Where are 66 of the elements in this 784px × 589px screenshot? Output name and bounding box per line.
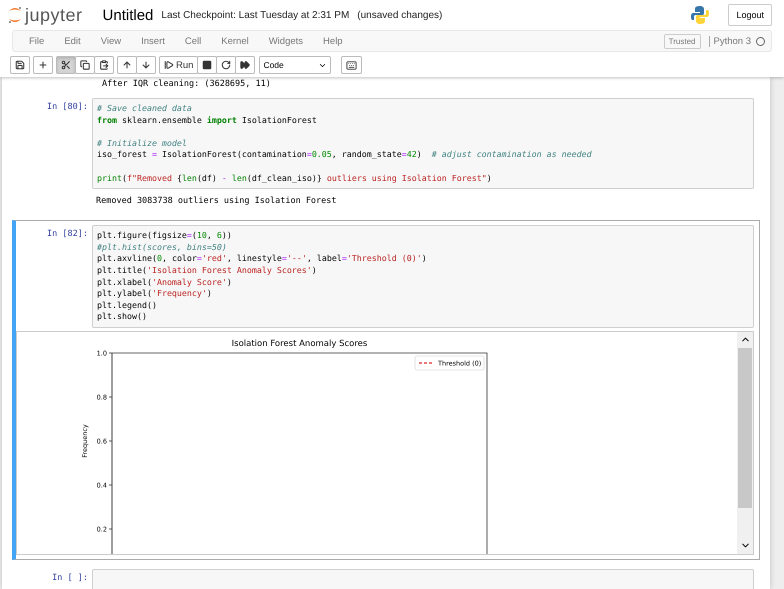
- output-text: After IQR cleaning: (3628695, 11): [102, 79, 272, 89]
- code-line: # Save cleaned data: [97, 103, 193, 115]
- menu-item[interactable]: Cell: [174, 36, 212, 46]
- scissors-icon: [61, 60, 71, 70]
- code-line: from sklearn.ensemble import IsolationForest: [97, 114, 318, 126]
- menu-item[interactable]: Insert: [131, 36, 175, 46]
- menu-item[interactable]: Help: [313, 36, 353, 46]
- jupyter-logo-icon: [8, 6, 22, 24]
- menu-item[interactable]: Kernel: [211, 36, 259, 46]
- copy-icon: [80, 60, 90, 70]
- code-line: plt.title('Isolation Forest Anomaly Scores'): [97, 264, 318, 277]
- keyboard-button[interactable]: [341, 56, 362, 74]
- logout-button[interactable]: Logout: [728, 4, 772, 26]
- code-line: print(f"Removed {len(df) - len(df_clean_iso)} outliers using Isolation Forest"): [97, 172, 493, 184]
- checkpoint-text: Last Checkpoint: Last Tuesday at 2:31 PM: [161, 10, 350, 20]
- input-prompt: In [82]:: [46, 228, 89, 242]
- code-line: plt.show(): [97, 311, 148, 323]
- paste-button[interactable]: [94, 56, 114, 74]
- code-line: plt.figure(figsize=(10, 6)): [97, 230, 233, 242]
- fast-forward-icon: [240, 60, 250, 70]
- notebook-cell[interactable]: In [ ]:: [12, 564, 760, 589]
- up-button[interactable]: [117, 56, 137, 74]
- menu-item[interactable]: View: [90, 36, 132, 46]
- copy-button[interactable]: [75, 56, 95, 74]
- code-line: iso_forest = IsolationForest(contamination=0.05, random_state=42) # adjust contamination as needed: [97, 149, 593, 161]
- code-line: # Initialize model: [97, 138, 188, 150]
- runall-button[interactable]: [235, 56, 256, 74]
- run-button[interactable]: Run: [159, 56, 198, 74]
- keyboard-icon: [346, 60, 358, 70]
- trusted-indicator[interactable]: Trusted: [664, 34, 700, 48]
- code-editor[interactable]: [92, 225, 754, 328]
- add-button[interactable]: [33, 56, 53, 74]
- code-line: plt.axvline(0, color='red', linestyle='--', label='Threshold (0)'): [97, 253, 428, 265]
- stop-icon: [202, 60, 212, 70]
- code-editor[interactable]: [92, 98, 754, 190]
- plus-icon: [38, 60, 48, 70]
- restart-icon: [221, 60, 232, 70]
- code-line: plt.xlabel('Anomaly Score'): [97, 276, 233, 288]
- code-line: #plt.hist(scores, bins=50): [97, 242, 228, 254]
- code-line: plt.ylabel('Frequency'): [97, 288, 213, 300]
- notebook-title[interactable]: Untitled: [102, 6, 154, 24]
- output-text: Removed 3083738 outliers using Isolation Forest: [95, 195, 338, 208]
- input-prompt: In [80]:: [46, 101, 89, 114]
- menu-item[interactable]: File: [19, 36, 54, 46]
- stop-button[interactable]: [197, 56, 218, 74]
- menu-item[interactable]: Edit: [54, 36, 91, 46]
- kernel-name: Python 3: [708, 36, 751, 46]
- restart-button[interactable]: [216, 56, 236, 74]
- down-button[interactable]: [136, 56, 156, 74]
- up-arrow-icon: [122, 60, 132, 70]
- cut-button[interactable]: [56, 56, 76, 74]
- python-logo-icon: [690, 5, 710, 25]
- menu-item[interactable]: Widgets: [258, 36, 314, 46]
- cell-type-select[interactable]: Code: [259, 56, 332, 74]
- jupyter-logo-text: jupyter: [25, 4, 83, 26]
- save-icon: [15, 60, 25, 70]
- scrollbar[interactable]: [737, 332, 753, 554]
- input-prompt: In [ ]:: [51, 572, 89, 585]
- down-arrow-icon: [141, 60, 151, 70]
- save-button[interactable]: [10, 56, 30, 74]
- save-status: (unsaved changes): [357, 10, 442, 20]
- chart-title: Isolation Forest Anomaly Scores: [232, 338, 368, 349]
- code-line: plt.legend(): [97, 300, 158, 312]
- step-forward-icon: [164, 60, 174, 70]
- paste-icon: [99, 60, 109, 70]
- notebook-cell[interactable]: [12, 220, 760, 560]
